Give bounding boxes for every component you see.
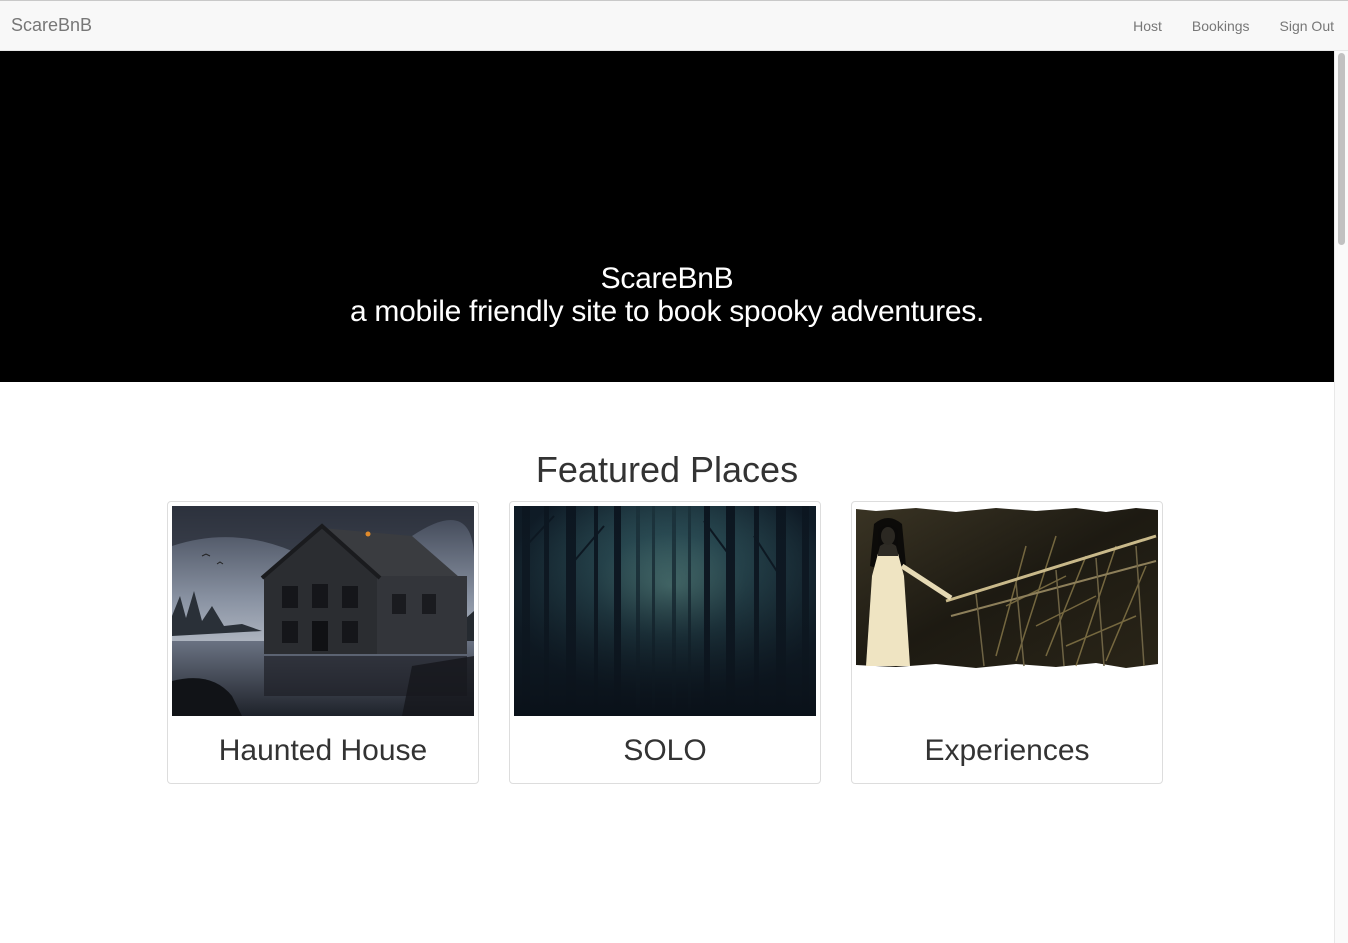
page-scrollbar[interactable] (1334, 51, 1348, 943)
featured-heading: Featured Places (535, 449, 799, 490)
navbar: ScareBnB Host Bookings Sign Out (0, 0, 1348, 51)
hero-banner: ScareBnB a mobile friendly site to book … (0, 51, 1334, 382)
hero-text: ScareBnB a mobile friendly site to book … (0, 262, 1334, 328)
ghost-girl-bridge-image[interactable] (856, 506, 1158, 716)
card-caption-experiences: Experiences (924, 734, 1090, 767)
nav-link-bookings[interactable]: Bookings (1192, 18, 1250, 34)
nav-links: Host Bookings Sign Out (1103, 18, 1334, 34)
card-caption-solo: SOLO (623, 734, 707, 767)
hero-subtitle: a mobile friendly site to book spooky ad… (350, 295, 984, 328)
nav-link-sign-out[interactable]: Sign Out (1280, 18, 1334, 34)
brand-link[interactable]: ScareBnB (11, 15, 92, 36)
hero-title: ScareBnB (600, 262, 734, 295)
card-experiences[interactable]: Experiences (851, 501, 1163, 784)
dark-forest-image[interactable] (514, 506, 816, 716)
nav-link-host[interactable]: Host (1133, 18, 1162, 34)
haunted-house-image[interactable] (172, 506, 474, 716)
scrollbar-thumb[interactable] (1338, 53, 1345, 245)
page: ScareBnB Host Bookings Sign Out ScareBnB… (0, 0, 1348, 943)
card-solo[interactable]: SOLO (509, 501, 821, 784)
card-haunted-house[interactable]: Haunted House (167, 501, 479, 784)
card-caption-haunted-house: Haunted House (218, 734, 428, 767)
